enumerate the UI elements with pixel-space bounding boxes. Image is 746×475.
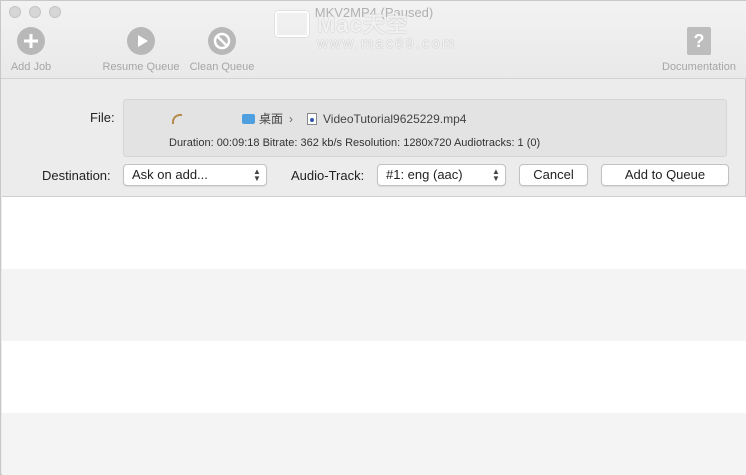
add-to-queue-button[interactable]: Add to Queue: [601, 164, 729, 186]
help-document-icon: ?: [687, 27, 711, 55]
monitor-icon: [275, 11, 309, 37]
file-path: 桌面 › VideoTutorial9625229.mp4: [172, 110, 466, 127]
audio-track-value: #1: eng (aac): [386, 167, 463, 182]
play-circle-icon: [127, 27, 155, 55]
clean-queue-label: Clean Queue: [189, 61, 255, 73]
file-label: File:: [90, 110, 115, 125]
chevron-updown-icon: ▲ ▼: [492, 167, 500, 183]
prohibit-circle-icon: [208, 27, 236, 55]
file-metadata: Duration: 00:09:18 Bitrate: 362 kb/s Res…: [169, 137, 541, 149]
resume-queue-label: Resume Queue: [102, 61, 180, 73]
file-name: VideoTutorial9625229.mp4: [323, 111, 467, 126]
plus-circle-icon: [17, 27, 45, 55]
toolbar: MKV2MP4 (Paused) Mac天空 www.mac69.com Add…: [1, 1, 746, 79]
audio-track-select[interactable]: #1: eng (aac) ▲ ▼: [377, 164, 506, 186]
app-window: MKV2MP4 (Paused) Mac天空 www.mac69.com Add…: [0, 0, 746, 475]
chevron-updown-icon: ▲ ▼: [253, 167, 261, 183]
queue-list[interactable]: [2, 196, 746, 475]
watermark: Mac天空 www.mac69.com: [273, 7, 483, 55]
close-window-button[interactable]: [9, 6, 21, 18]
list-row[interactable]: [2, 269, 746, 341]
folder-icon: [242, 113, 255, 124]
watermark-bottom: www.mac69.com: [317, 35, 457, 52]
documentation-button[interactable]: ? Documentation: [657, 27, 741, 73]
file-info-box: 桌面 › VideoTutorial9625229.mp4 Duration: …: [123, 99, 727, 157]
add-job-button[interactable]: Add Job: [7, 27, 55, 73]
minimize-window-button[interactable]: [29, 6, 41, 18]
file-icon: [307, 112, 318, 125]
resume-queue-button[interactable]: Resume Queue: [101, 27, 181, 73]
path-separator: ›: [289, 111, 294, 126]
zoom-window-button[interactable]: [49, 6, 61, 18]
path-folder: 桌面: [259, 112, 284, 126]
home-icon: [172, 113, 182, 124]
list-row[interactable]: [2, 341, 746, 413]
add-job-label: Add Job: [10, 61, 52, 73]
list-row[interactable]: [2, 413, 746, 475]
clean-queue-button[interactable]: Clean Queue: [187, 27, 257, 73]
cancel-button[interactable]: Cancel: [519, 164, 588, 186]
destination-label: Destination:: [42, 168, 111, 183]
documentation-label: Documentation: [662, 61, 736, 73]
destination-value: Ask on add...: [132, 167, 208, 182]
list-row[interactable]: [2, 197, 746, 269]
destination-select[interactable]: Ask on add... ▲ ▼: [123, 164, 267, 186]
audio-track-label: Audio-Track:: [291, 168, 365, 183]
